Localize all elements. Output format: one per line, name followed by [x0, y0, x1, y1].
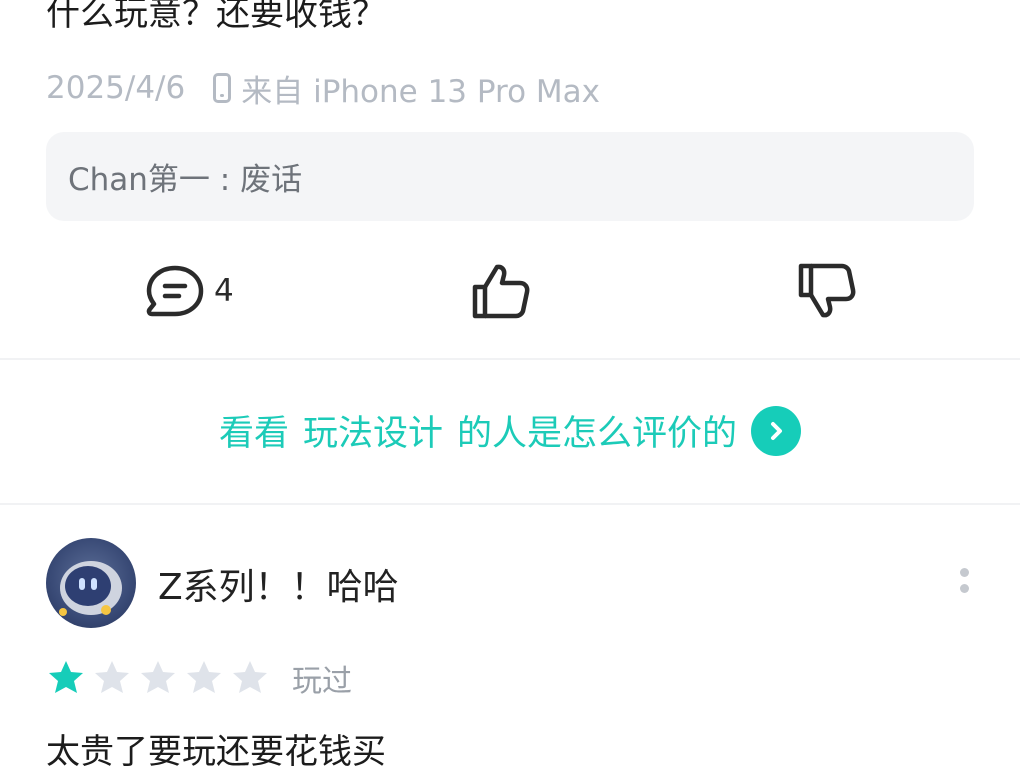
star-empty-icon — [233, 661, 267, 693]
see-more-tag: 玩法设计 — [302, 414, 443, 454]
see-more-suffix: 的人是怎么评价的 — [457, 414, 738, 454]
avatar[interactable] — [46, 538, 136, 628]
chevron-right-icon — [751, 405, 802, 456]
phone-icon — [213, 73, 232, 103]
see-more-prefix: 看看 — [218, 414, 289, 454]
review-text: 太贵了要玩还要花钱买 — [46, 732, 386, 772]
see-more-link[interactable]: 看看 玩法设计 的人是怎么评价的 — [0, 405, 1020, 456]
thumbs-down-icon — [798, 263, 856, 318]
star-empty-icon — [95, 661, 129, 693]
review-date: 2025/4/6 — [46, 70, 186, 106]
star-filled-icon — [49, 661, 83, 693]
more-options-icon[interactable] — [958, 568, 970, 604]
review-device: 来自 iPhone 13 Pro Max — [241, 73, 601, 110]
thumbs-up-icon — [472, 264, 530, 319]
comment-count: 4 — [214, 273, 234, 309]
played-badge: 玩过 — [292, 664, 352, 699]
username[interactable]: Z系列！！哈哈 — [158, 558, 399, 610]
divider — [0, 503, 1020, 505]
reply-preview[interactable]: Chan第一 : 废话 — [46, 132, 974, 221]
star-empty-icon — [187, 661, 221, 693]
review-text: 什么玩意？还要收钱？ — [46, 0, 386, 34]
dislike-button[interactable] — [796, 258, 858, 324]
comment-button[interactable]: 4 — [144, 258, 234, 324]
star-group — [46, 658, 276, 698]
comment-icon — [146, 265, 204, 317]
divider — [0, 358, 1020, 360]
like-button[interactable] — [470, 258, 532, 324]
reply-text: Chan第一 : 废话 — [68, 162, 303, 198]
rating-stars: 玩过 — [46, 656, 352, 700]
star-empty-icon — [141, 661, 175, 693]
review-meta: 2025/4/6 来自 iPhone 13 Pro Max — [46, 66, 600, 110]
